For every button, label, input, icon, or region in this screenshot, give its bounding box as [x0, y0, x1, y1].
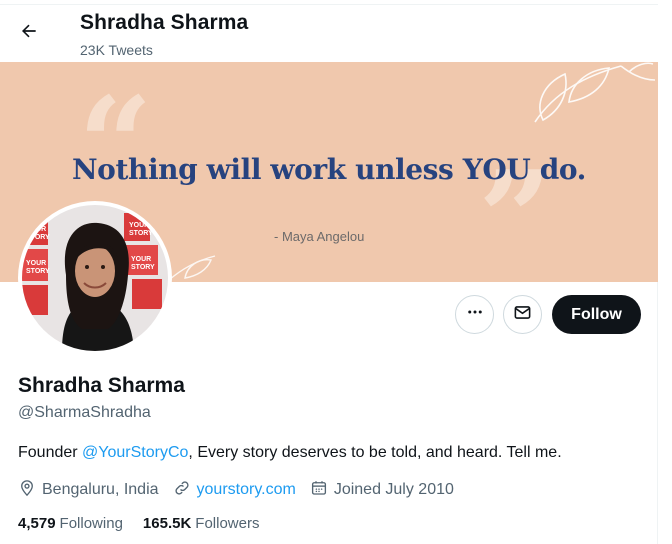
location-text: Bengaluru, India — [42, 481, 159, 498]
profile-website: yourstory.com — [173, 479, 296, 502]
location-pin-icon — [18, 479, 42, 502]
avatar-photo: YOURSTORY YOURSTORY YOURSTORY YOURSTORY — [22, 205, 168, 351]
bio-mention-link[interactable]: @YourStoryCo — [82, 444, 188, 461]
banner-quote: Nothing will work unless YOU do. — [71, 153, 587, 186]
calendar-icon — [310, 479, 334, 502]
header-tweet-count: 23K Tweets — [80, 42, 153, 58]
bio-text: , Every story deserves to be told, and h… — [188, 444, 562, 461]
bio-text: Founder — [18, 444, 83, 461]
follow-button[interactable]: Follow — [552, 295, 641, 334]
page-background — [658, 0, 672, 544]
svg-text:YOUR: YOUR — [26, 260, 46, 267]
divider — [0, 4, 658, 5]
avatar[interactable]: YOUR STORY YOUR STORY YOUR STORY YOUR STORY — [18, 201, 172, 355]
followers-count: 165.5K — [142, 515, 192, 532]
svg-text:STORY: STORY — [129, 230, 153, 237]
profile-name: Shradha Sharma — [18, 374, 185, 397]
profile-joined: Joined July 2010 — [310, 479, 454, 502]
arrow-left-icon — [19, 21, 39, 46]
message-button[interactable] — [503, 295, 542, 334]
following-count: 4,579 — [18, 515, 56, 532]
svg-text:YOUR: YOUR — [129, 222, 149, 229]
following-label: Following — [59, 515, 123, 532]
link-icon — [173, 479, 197, 502]
profile-location: Bengaluru, India — [18, 479, 159, 502]
joined-text: Joined July 2010 — [333, 481, 454, 498]
profile-column: Shradha Sharma 23K Tweets “ ” Nothing wi… — [0, 0, 658, 544]
profile-handle: @SharmaShradha — [18, 404, 151, 421]
back-button[interactable] — [12, 16, 46, 50]
website-link[interactable]: yourstory.com — [197, 481, 296, 499]
profile-header-bar: Shradha Sharma 23K Tweets — [0, 0, 658, 62]
following-link[interactable]: 4,579 Following — [18, 515, 123, 532]
svg-text:STORY: STORY — [131, 264, 155, 271]
profile-stats: 4,579 Following 165.5K Followers — [18, 515, 279, 532]
svg-text:STORY: STORY — [26, 234, 50, 241]
banner-quote-author: - Maya Angelou — [274, 229, 365, 244]
envelope-icon — [513, 303, 532, 327]
followers-label: Followers — [195, 515, 260, 532]
quote-mark-decoration: “ — [78, 68, 153, 221]
leaf-decoration-icon — [168, 255, 216, 281]
profile-meta: Bengaluru, India yourstory.com Joined Ju… — [18, 479, 468, 501]
more-dots-icon — [466, 303, 484, 326]
leaf-decoration-icon — [534, 62, 656, 123]
header-title: Shradha Sharma — [80, 11, 249, 34]
svg-text:STORY: STORY — [26, 268, 50, 275]
svg-text:YOUR: YOUR — [131, 256, 151, 263]
followers-link[interactable]: 165.5K Followers — [143, 515, 260, 532]
more-options-button[interactable] — [455, 295, 494, 334]
profile-bio: Founder @YourStoryCo, Every story deserv… — [18, 444, 562, 462]
